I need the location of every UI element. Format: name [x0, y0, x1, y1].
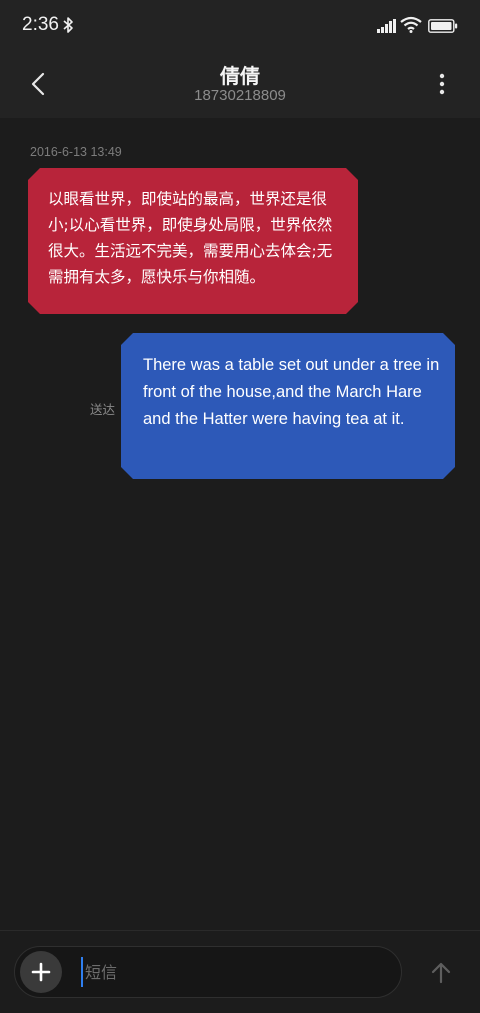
contact-name: 倩倩	[220, 64, 260, 88]
incoming-message-text: 以眼看世界，即使站的最高，世界还是很小;以心看世界，即使身处局限，世界依然很大。…	[48, 190, 333, 286]
conversation-header: 倩倩 18730218809	[0, 54, 480, 118]
incoming-message-bubble[interactable]: 以眼看世界，即使站的最高，世界还是很小;以心看世界，即使身处局限，世界依然很大。…	[28, 168, 358, 314]
sms-input[interactable]	[81, 957, 385, 987]
more-options-button[interactable]	[430, 68, 454, 100]
status-bar: 2:36	[0, 0, 480, 54]
more-vertical-icon	[439, 73, 445, 95]
add-attachment-button[interactable]	[20, 951, 62, 993]
message-timestamp: 2016-6-13 13:49	[30, 145, 122, 159]
composer-bar	[0, 930, 480, 1013]
messaging-app: 2:36 倩倩 18730218809 2016-6-13 13:49 以眼看世…	[0, 0, 480, 1013]
bluetooth-icon	[62, 16, 74, 38]
composer-input-container	[14, 946, 402, 998]
wifi-icon	[400, 16, 422, 37]
send-button[interactable]	[425, 957, 457, 989]
outgoing-message-text: There was a table set out under a tree i…	[143, 356, 440, 428]
status-time: 2:36	[22, 14, 59, 35]
outgoing-message-bubble[interactable]: There was a table set out under a tree i…	[121, 333, 455, 479]
contact-number: 18730218809	[194, 87, 286, 104]
signal-icon	[377, 18, 397, 37]
plus-icon	[31, 962, 51, 982]
battery-icon	[428, 18, 458, 37]
delivery-status: 送达	[90, 402, 116, 417]
arrow-up-icon	[431, 962, 451, 984]
